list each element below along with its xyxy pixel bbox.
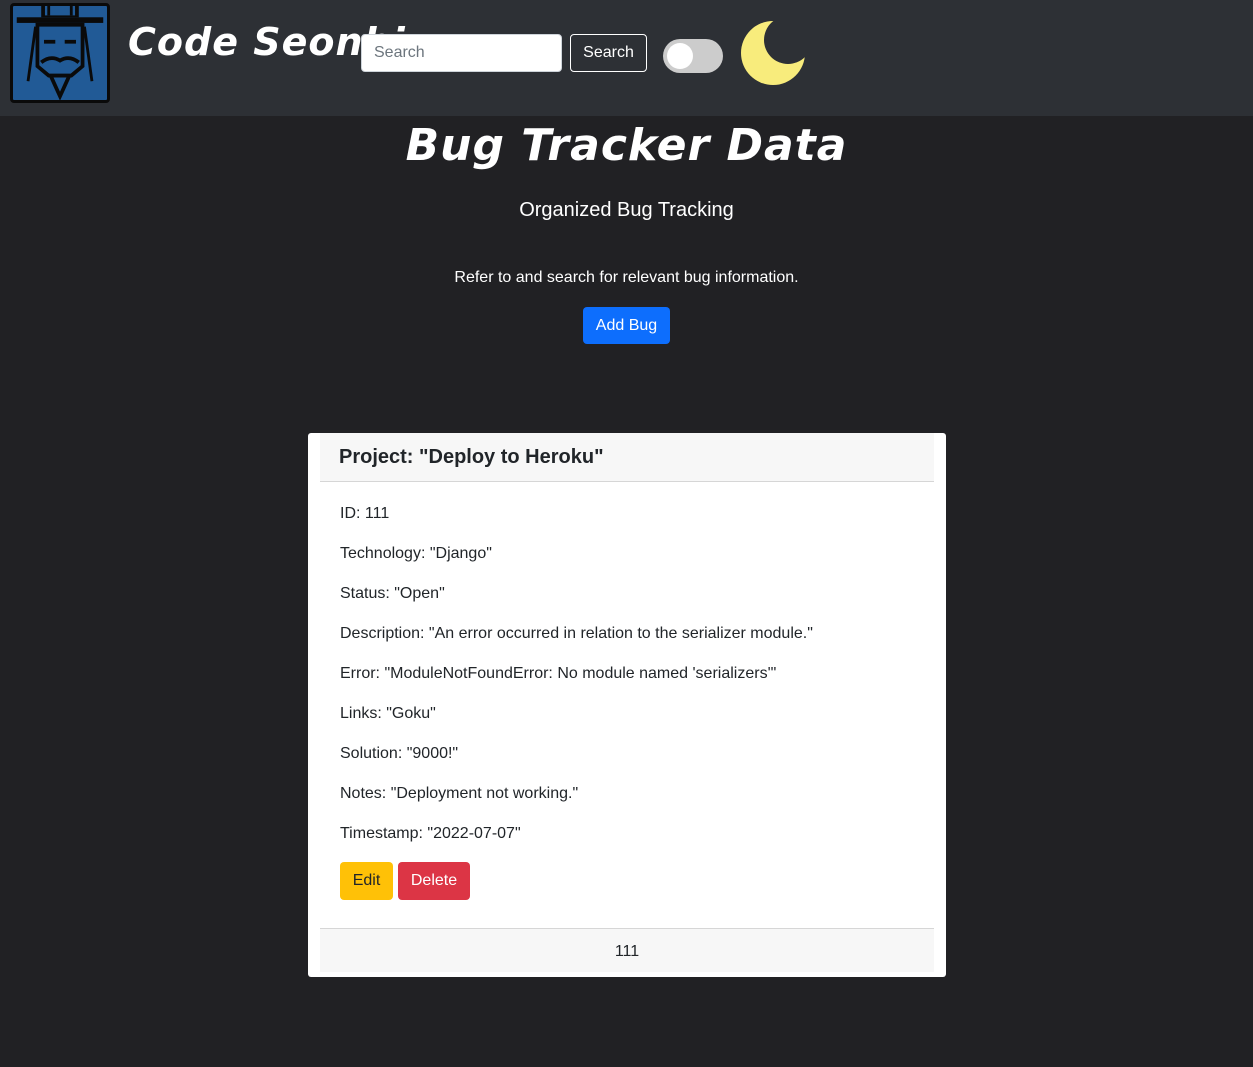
search-input[interactable] [361,34,562,72]
edit-button[interactable]: Edit [340,862,393,900]
delete-button[interactable]: Delete [398,862,470,900]
bug-project-title: Project: "Deploy to Heroku" [339,446,604,468]
card-footer: 111 [320,928,934,972]
card-header: Project: "Deploy to Heroku" [320,433,934,482]
theme-toggle[interactable] [663,39,723,73]
bug-timestamp: Timestamp: "2022-07-07" [340,825,521,842]
seonbi-scholar-icon[interactable] [10,3,110,103]
bug-id: ID: 111 [340,505,390,522]
bug-description: Description: "An error occurred in relat… [340,625,813,642]
card-body: ID: 111 Technology: "Django" Status: "Op… [340,505,920,865]
add-bug-button[interactable]: Add Bug [583,307,670,344]
bug-error: Error: "ModuleNotFoundError: No module n… [340,665,777,682]
bug-notes: Notes: "Deployment not working." [340,785,579,802]
bug-technology: Technology: "Django" [340,545,492,562]
page-title: Bug Tracker Data [405,120,848,171]
bug-status: Status: "Open" [340,585,445,602]
bug-solution: Solution: "9000!" [340,745,459,762]
page-lead: Refer to and search for relevant bug inf… [454,269,799,286]
page-subtitle: Organized Bug Tracking [519,199,734,221]
bug-links: Links: "Goku" [340,705,436,722]
navbar: Code Seonbi Search [0,0,1253,116]
toggle-knob [667,43,693,69]
search-button[interactable]: Search [570,34,647,72]
moon-icon [740,20,806,86]
bug-card: Project: "Deploy to Heroku" ID: 111 Tech… [308,433,946,977]
